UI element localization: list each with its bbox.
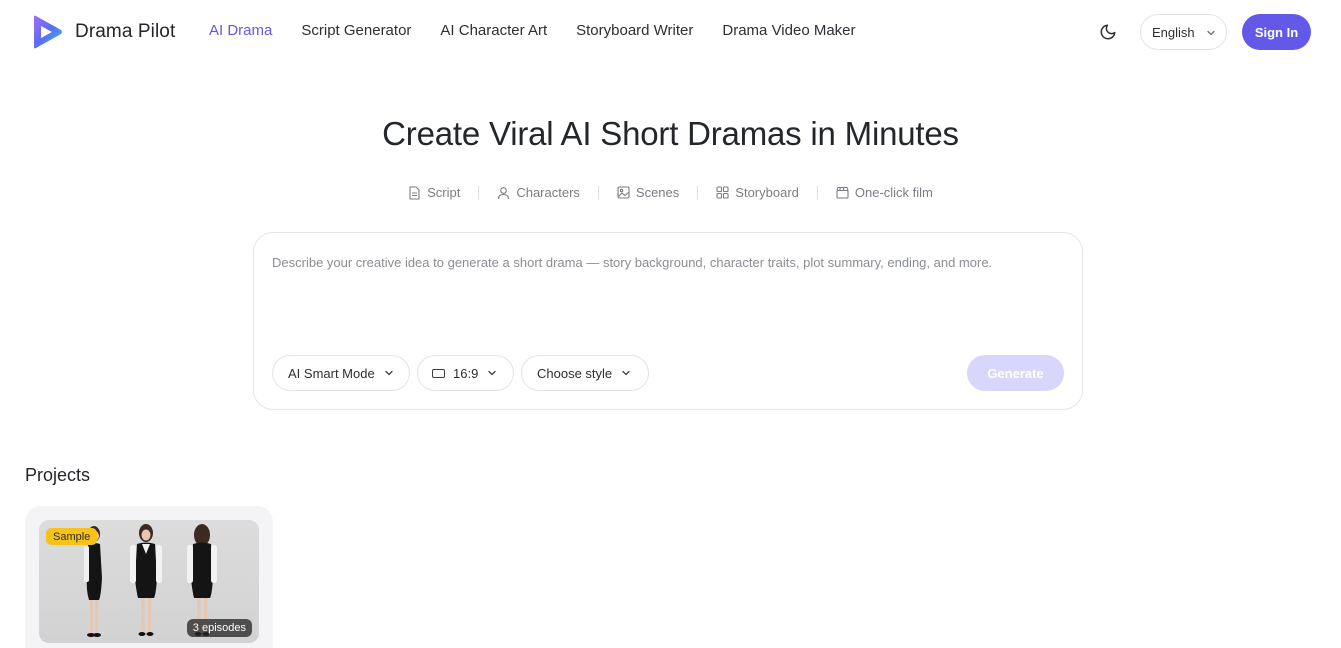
feature-label: Characters <box>516 185 580 200</box>
clapperboard-icon <box>836 186 849 199</box>
user-icon <box>498 186 510 199</box>
divider <box>597 186 599 199</box>
nav-item-ai-drama[interactable]: AI Drama <box>209 22 272 39</box>
moon-icon <box>1100 24 1116 40</box>
nav-item-ai-character-art[interactable]: AI Character Art <box>440 22 547 39</box>
feature-storyboard: Storyboard <box>716 185 799 200</box>
divider <box>816 186 818 199</box>
feature-label: Storyboard <box>735 185 799 200</box>
divider <box>697 186 699 199</box>
mode-select[interactable]: AI Smart Mode <box>272 355 410 391</box>
feature-one-click-film: One-click film <box>836 185 933 200</box>
document-icon <box>409 185 420 200</box>
page-title: Create Viral AI Short Dramas in Minutes <box>382 115 959 152</box>
chevron-down-icon <box>622 370 630 376</box>
feature-label: Script <box>427 185 461 200</box>
main-nav: AI Drama Script Generator AI Character A… <box>209 22 885 39</box>
chevron-down-icon <box>385 370 393 376</box>
feature-label: Scenes <box>635 185 680 200</box>
divider <box>478 186 480 199</box>
grid-icon <box>716 186 729 199</box>
nav-item-script-generator[interactable]: Script Generator <box>301 22 411 39</box>
language-select[interactable]: English <box>1140 14 1227 50</box>
feature-script: Script <box>408 185 460 200</box>
prompt-card: AI Smart Mode 16:9 Choose style Generate <box>253 232 1083 410</box>
project-card[interactable]: Sample 3 episodes <box>25 506 273 648</box>
chevron-down-icon <box>1207 30 1215 36</box>
theme-toggle-button[interactable] <box>1096 20 1120 44</box>
style-select[interactable]: Choose style <box>521 355 649 391</box>
sign-in-button[interactable]: Sign In <box>1242 14 1311 50</box>
episodes-badge: 3 episodes <box>186 619 252 637</box>
style-label: Choose style <box>537 365 613 381</box>
chevron-down-icon <box>488 370 496 376</box>
idea-input[interactable] <box>272 255 1062 315</box>
aspect-ratio-label: 16:9 <box>453 365 479 381</box>
nav-item-drama-video-maker[interactable]: Drama Video Maker <box>722 22 855 39</box>
play-logo-icon <box>34 15 62 49</box>
nav-item-storyboard-writer[interactable]: Storyboard Writer <box>576 22 693 39</box>
top-header: Drama Pilot AI Drama Script Generator AI… <box>0 0 1341 64</box>
brand[interactable]: Drama Pilot <box>30 14 175 50</box>
project-thumbnail: Sample 3 episodes <box>39 520 259 643</box>
brand-name: Drama Pilot <box>75 21 176 42</box>
language-label: English <box>1152 24 1195 40</box>
generate-button[interactable]: Generate <box>967 355 1064 391</box>
feature-list: Script Characters Scenes Storyboard One-… <box>0 185 1341 200</box>
aspect-ratio-select[interactable]: 16:9 <box>417 355 514 391</box>
sample-badge: Sample <box>46 528 98 545</box>
mode-label: AI Smart Mode <box>288 365 375 381</box>
feature-characters: Characters <box>497 185 580 200</box>
feature-label: One-click film <box>854 185 933 200</box>
image-icon <box>617 186 630 199</box>
feature-scenes: Scenes <box>617 185 679 200</box>
aspect-ratio-icon <box>432 368 445 378</box>
projects-heading: Projects <box>25 465 91 485</box>
